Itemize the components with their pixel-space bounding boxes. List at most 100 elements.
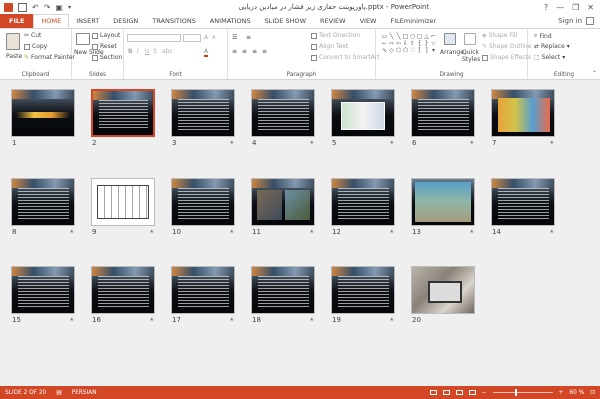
shape-effects-button[interactable]: Shape Effects — [482, 54, 531, 61]
slide-thumbnail[interactable]: 7 ★ — [491, 89, 555, 149]
shape-arrow-down-icon[interactable]: ⇩ — [402, 40, 409, 47]
slide-thumbnail[interactable]: 17 ★ — [171, 266, 235, 326]
slide-thumbnail[interactable]: 20 — [411, 266, 475, 326]
slide-preview[interactable] — [91, 178, 155, 226]
tab-file[interactable]: FILE — [0, 14, 34, 28]
tab-review[interactable]: REVIEW — [313, 14, 353, 28]
zoom-level[interactable]: 60 % — [569, 390, 584, 396]
slide-preview[interactable] — [171, 178, 235, 226]
powerpoint-app-icon[interactable] — [4, 2, 13, 12]
tab-design[interactable]: DESIGN — [106, 14, 145, 28]
zoom-out-button[interactable]: − — [482, 390, 487, 396]
slide-preview[interactable] — [11, 266, 75, 314]
transition-star-icon[interactable]: ★ — [390, 317, 394, 323]
select-button[interactable]: ⬚ Select ▾ — [534, 54, 565, 61]
minimize-icon[interactable]: — — [556, 3, 564, 12]
shape-brace2-icon[interactable]: } — [423, 40, 430, 47]
undo-icon[interactable]: ↶ — [32, 3, 39, 12]
paste-icon[interactable] — [6, 33, 20, 50]
underline-button[interactable]: U — [145, 48, 149, 55]
tab-transitions[interactable]: TRANSITIONS — [145, 14, 203, 28]
shape-rect2-icon[interactable]: ▢ — [416, 33, 423, 40]
transition-star-icon[interactable]: ★ — [310, 229, 314, 235]
proofing-icon[interactable]: ▤ — [56, 390, 61, 396]
reading-view-icon[interactable] — [455, 390, 463, 395]
text-direction-button[interactable]: Text Direction — [311, 32, 360, 39]
shrink-font-button[interactable]: A — [212, 35, 215, 41]
transition-star-icon[interactable]: ★ — [310, 317, 314, 323]
tab-view[interactable]: VIEW — [353, 14, 384, 28]
zoom-slider-knob[interactable] — [514, 389, 517, 396]
align-text-button[interactable]: Align Text — [311, 43, 348, 50]
shape-line2-icon[interactable]: ╲ — [395, 33, 402, 40]
slide-preview[interactable] — [171, 266, 235, 314]
grow-font-button[interactable]: A — [204, 34, 208, 41]
slide-preview[interactable] — [491, 178, 555, 226]
slide-thumbnail[interactable]: 2 — [91, 89, 155, 149]
slide-thumbnail[interactable]: 4 ★ — [251, 89, 315, 149]
align-right-button[interactable]: ≡ — [252, 48, 257, 55]
slide-preview[interactable] — [91, 89, 155, 137]
slide-thumbnail[interactable]: 16 ★ — [91, 266, 155, 326]
shapes-more-icon[interactable]: ▾ — [430, 47, 437, 54]
arrange-icon[interactable] — [444, 33, 456, 45]
slide-thumbnail[interactable]: 12 ★ — [331, 178, 395, 238]
restore-icon[interactable]: ❐ — [572, 3, 579, 12]
help-icon[interactable]: ? — [544, 3, 548, 12]
transition-star-icon[interactable]: ★ — [230, 317, 234, 323]
slide-preview[interactable] — [411, 266, 475, 314]
transition-star-icon[interactable]: ★ — [550, 140, 554, 146]
language-status[interactable]: PERSIAN — [72, 390, 97, 396]
slide-preview[interactable] — [171, 89, 235, 137]
font-size-field[interactable] — [183, 34, 201, 42]
slide-preview[interactable] — [251, 178, 315, 226]
shape-bracket2-icon[interactable]: ] — [423, 47, 430, 54]
find-button[interactable]: ⌕ Find — [534, 32, 552, 40]
section-button[interactable]: Section — [92, 54, 122, 61]
shape-line3-icon[interactable]: ⌐ — [430, 33, 437, 40]
shape-fill-button[interactable]: ◈ Shape Fill — [482, 32, 517, 39]
slide-thumbnail[interactable]: 3 ★ — [171, 89, 235, 149]
justify-button[interactable]: ≡ — [262, 48, 267, 55]
align-left-button[interactable]: ≡ — [232, 48, 237, 55]
slide-thumbnail[interactable]: 15 ★ — [11, 266, 75, 326]
quick-styles-icon[interactable] — [464, 33, 476, 45]
numbering-button[interactable]: ≡ — [246, 34, 251, 41]
font-color-button[interactable]: A — [204, 48, 209, 57]
shape-heart-icon[interactable]: ♡ — [409, 47, 416, 54]
shape-corner-icon[interactable]: ⌙ — [381, 40, 388, 47]
copy-button[interactable]: Copy — [24, 43, 47, 50]
shape-star-icon[interactable]: ☆ — [430, 40, 437, 47]
transition-star-icon[interactable]: ★ — [70, 229, 74, 235]
quick-styles-button[interactable]: Quick Styles — [462, 49, 480, 63]
shape-textbox-icon[interactable]: ▭ — [381, 33, 388, 40]
transition-star-icon[interactable]: ★ — [150, 317, 154, 323]
shape-arrow-left-icon[interactable]: ⇦ — [395, 40, 402, 47]
slide-preview[interactable] — [11, 89, 75, 137]
transition-star-icon[interactable]: ★ — [70, 317, 74, 323]
slide-thumbnail[interactable]: 13 ★ — [411, 178, 475, 238]
slide-preview[interactable] — [491, 89, 555, 137]
zoom-slider[interactable] — [492, 389, 553, 396]
slide-thumbnail[interactable]: 18 ★ — [251, 266, 315, 326]
slide-preview[interactable] — [331, 266, 395, 314]
slide-thumbnail[interactable]: 6 ★ — [411, 89, 475, 149]
new-slide-icon[interactable] — [76, 33, 90, 45]
sign-in[interactable]: Sign in — [558, 14, 600, 28]
tab-slide-show[interactable]: SLIDE SHOW — [258, 14, 313, 28]
slide-preview[interactable] — [411, 89, 475, 137]
reset-button[interactable]: Reset — [92, 43, 117, 50]
slideshow-view-icon[interactable] — [468, 390, 476, 395]
slide-thumbnail[interactable]: 10 ★ — [171, 178, 235, 238]
paste-button[interactable]: Paste — [6, 53, 22, 60]
slide-preview[interactable] — [91, 266, 155, 314]
tab-animations[interactable]: ANIMATIONS — [203, 14, 258, 28]
shape-arrow-up-icon[interactable]: ⇧ — [409, 40, 416, 47]
save-icon[interactable] — [18, 2, 27, 12]
font-name-field[interactable] — [127, 34, 181, 42]
italic-button[interactable]: I — [137, 48, 139, 55]
transition-star-icon[interactable]: ★ — [150, 229, 154, 235]
start-slideshow-icon[interactable]: ▣ — [55, 3, 63, 12]
user-avatar-icon[interactable] — [586, 17, 594, 25]
slide-preview[interactable] — [251, 266, 315, 314]
